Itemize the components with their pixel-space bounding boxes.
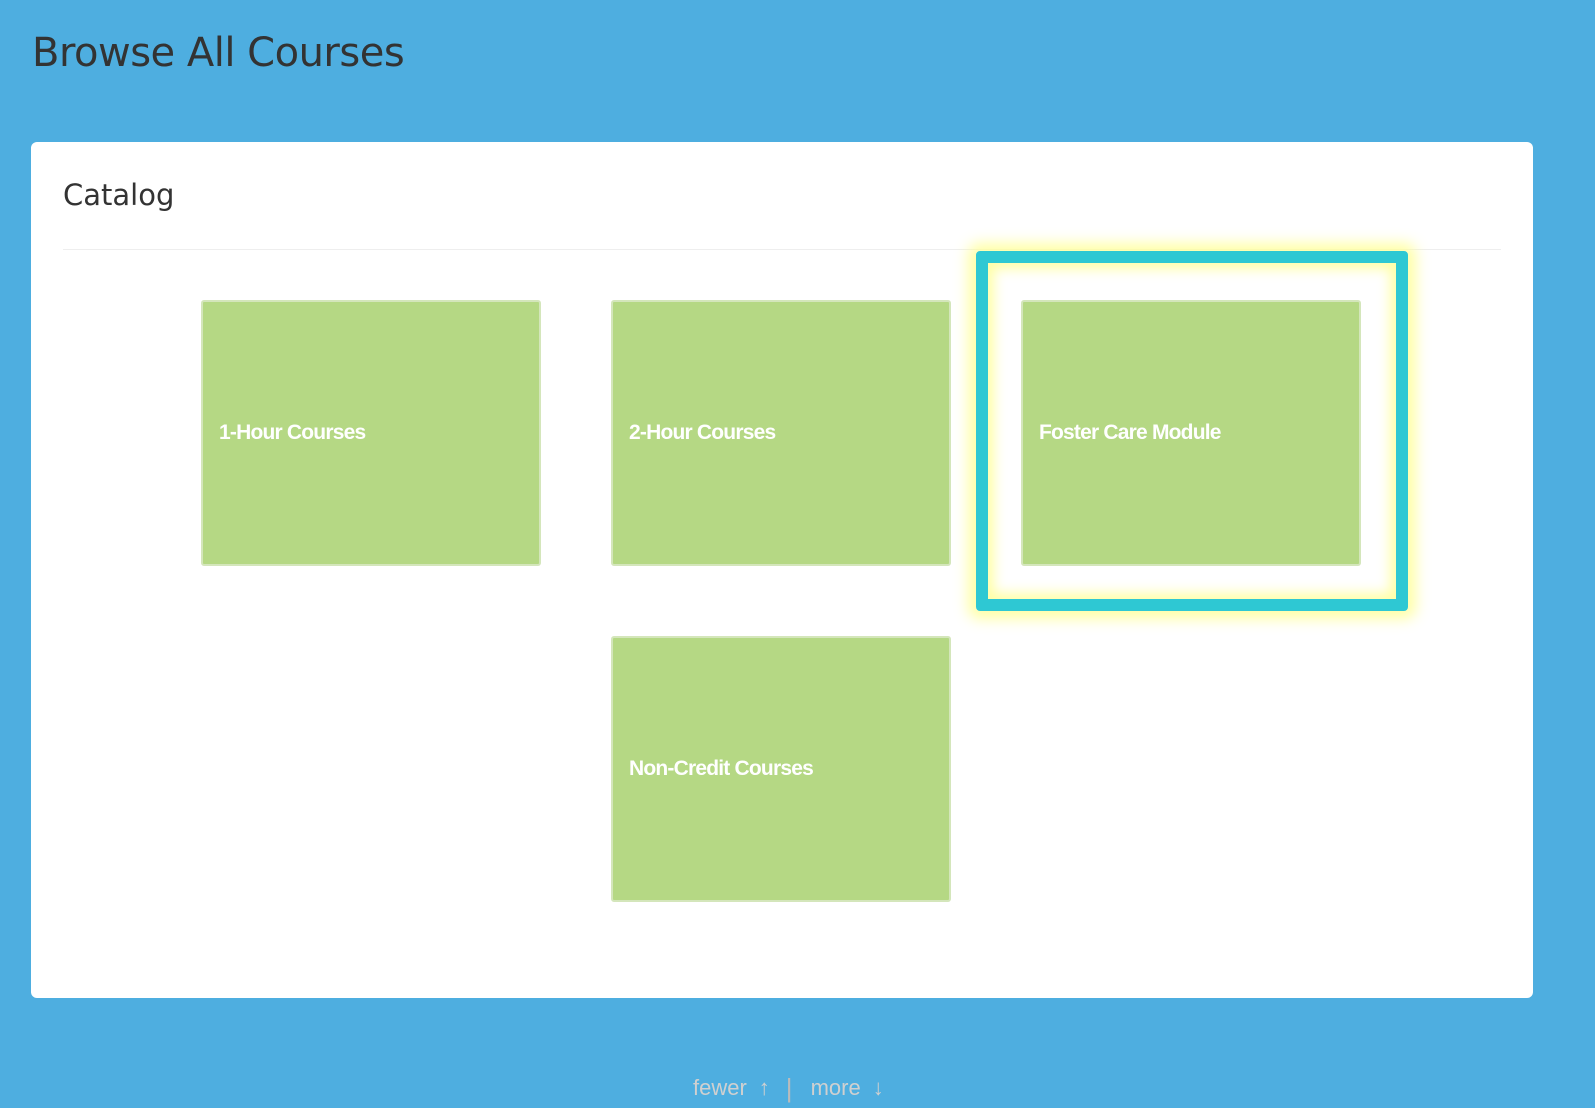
panel-divider xyxy=(63,249,1501,250)
more-link[interactable]: more ↓ xyxy=(811,1075,884,1101)
course-tile-label: 1-Hour Courses xyxy=(219,421,366,444)
course-tile-foster-care[interactable]: Foster Care Module xyxy=(1021,300,1361,566)
catalog-heading: Catalog xyxy=(63,178,175,212)
course-tile-non-credit[interactable]: Non-Credit Courses xyxy=(611,636,951,902)
catalog-panel: Catalog 1-Hour Courses 2-Hour Courses Fo… xyxy=(31,142,1533,1103)
fewer-label: fewer xyxy=(693,1075,747,1100)
course-tile-2-hour[interactable]: 2-Hour Courses xyxy=(611,300,951,566)
page-header: Browse All Courses xyxy=(0,0,1595,120)
arrow-up-icon: ↑ xyxy=(758,1075,770,1100)
course-tile-label: 2-Hour Courses xyxy=(629,421,776,444)
more-label: more xyxy=(810,1075,861,1100)
course-tile-label: Non-Credit Courses xyxy=(629,757,814,780)
pager: fewer ↑ | more ↓ xyxy=(693,1068,884,1108)
page-title: Browse All Courses xyxy=(32,30,405,76)
pager-separator: | xyxy=(785,1072,793,1103)
course-tile-1-hour[interactable]: 1-Hour Courses xyxy=(201,300,541,566)
fewer-link[interactable]: fewer ↑ xyxy=(693,1075,770,1101)
course-tile-label: Foster Care Module xyxy=(1039,421,1221,444)
arrow-down-icon: ↓ xyxy=(872,1075,884,1100)
